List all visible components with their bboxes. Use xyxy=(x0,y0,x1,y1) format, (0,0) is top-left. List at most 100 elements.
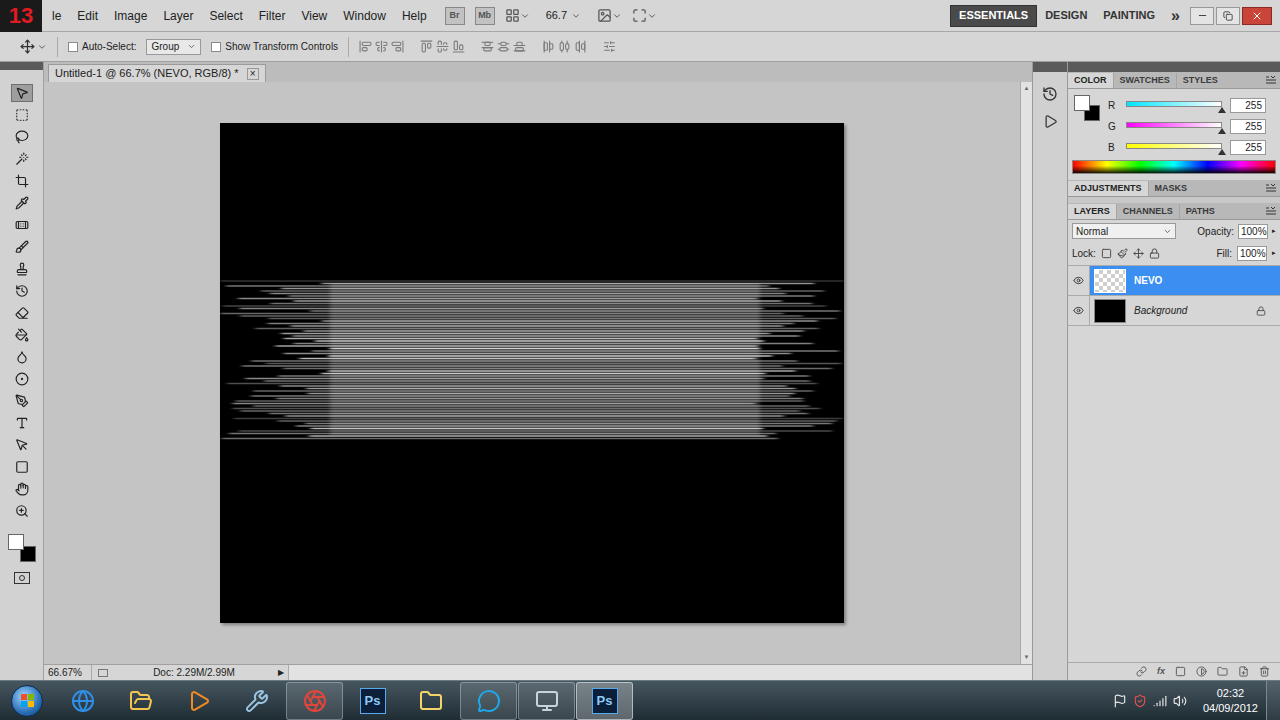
slider-thumb[interactable] xyxy=(1218,107,1226,113)
align-icon[interactable] xyxy=(497,40,510,53)
mini-bridge-button[interactable]: Mb xyxy=(475,7,495,25)
dropdown-icon[interactable] xyxy=(520,11,530,21)
document-tab[interactable]: Untitled-1 @ 66.7% (NEVO, RGB/8) *× xyxy=(48,64,266,82)
tool-button[interactable] xyxy=(11,348,33,366)
panel-tab[interactable]: COLOR xyxy=(1068,73,1113,88)
path-tool-icon[interactable] xyxy=(15,438,29,452)
dodge-tool-icon[interactable] xyxy=(15,372,29,386)
security-icon[interactable] xyxy=(1133,694,1147,708)
eye-icon[interactable] xyxy=(1073,305,1084,316)
tool-button[interactable] xyxy=(11,502,33,520)
workspace-button[interactable]: PAINTING xyxy=(1095,5,1163,27)
browser-icon[interactable] xyxy=(71,689,95,713)
tool-button[interactable] xyxy=(11,194,33,212)
panel-menu-icon[interactable] xyxy=(1266,184,1276,192)
opacity-field[interactable]: 100% xyxy=(1238,224,1268,239)
panel-tab[interactable]: LAYERS xyxy=(1068,204,1116,219)
screen-mode-button[interactable] xyxy=(632,8,657,23)
color-value-field[interactable]: 255 xyxy=(1230,98,1266,113)
restore-button[interactable] xyxy=(1216,7,1240,25)
folder-icon[interactable] xyxy=(129,689,153,713)
dropdown-icon[interactable] xyxy=(612,11,622,21)
taskbar-item[interactable] xyxy=(460,682,517,720)
taskbar-item[interactable] xyxy=(402,682,459,720)
bridge-button[interactable]: Br xyxy=(445,7,465,25)
taskbar-item[interactable] xyxy=(112,682,169,720)
taskbar-item[interactable] xyxy=(228,682,285,720)
trash-icon[interactable] xyxy=(1259,666,1270,677)
foreground-color-swatch[interactable] xyxy=(1074,95,1090,111)
tool-icon[interactable] xyxy=(245,689,269,713)
menu-item[interactable]: Filter xyxy=(251,7,294,25)
align-icon[interactable] xyxy=(481,40,494,53)
show-desktop-button[interactable] xyxy=(1266,681,1280,720)
taskbar-item[interactable] xyxy=(54,682,111,720)
volume-icon[interactable] xyxy=(1173,694,1187,708)
close-tab-button[interactable]: × xyxy=(247,68,259,80)
checkbox[interactable] xyxy=(68,42,78,52)
align-icon[interactable] xyxy=(452,40,465,53)
menu-item[interactable]: Help xyxy=(394,7,435,25)
eyedropper-tool-icon[interactable] xyxy=(15,196,29,210)
color-value-field[interactable]: 255 xyxy=(1230,119,1266,134)
hand-tool-icon[interactable] xyxy=(15,482,29,496)
grid-icon[interactable] xyxy=(505,8,520,23)
more-workspaces[interactable]: » xyxy=(1163,4,1188,28)
tool-button[interactable] xyxy=(11,414,33,432)
color-ramp[interactable] xyxy=(1072,160,1276,174)
view-extras-button[interactable] xyxy=(505,8,530,23)
quick-mask-button[interactable] xyxy=(14,572,30,584)
dropdown-icon[interactable] xyxy=(37,42,47,52)
menu-item[interactable]: View xyxy=(293,7,335,25)
align-icon[interactable] xyxy=(436,40,449,53)
mask-icon[interactable] xyxy=(1175,666,1186,677)
tool-button[interactable] xyxy=(11,260,33,278)
blend-mode-select[interactable]: Normal xyxy=(1072,223,1176,239)
panel-menu-icon[interactable] xyxy=(1266,207,1276,215)
align-icon[interactable] xyxy=(420,40,433,53)
minimize-button[interactable] xyxy=(1190,7,1214,25)
taskbar-item[interactable] xyxy=(518,682,575,720)
menu-item[interactable]: le xyxy=(44,7,69,25)
history-tool-icon[interactable] xyxy=(15,284,29,298)
tool-button[interactable] xyxy=(11,304,33,322)
pen-tool-icon[interactable] xyxy=(15,394,29,408)
horizontal-scrollbar[interactable] xyxy=(288,665,1032,680)
menu-item[interactable]: Image xyxy=(106,7,155,25)
panel-tab[interactable]: SWATCHES xyxy=(1113,73,1176,88)
color-value-field[interactable]: 255 xyxy=(1230,140,1266,155)
screen-mode-icon[interactable] xyxy=(632,8,647,23)
menu-item[interactable]: Layer xyxy=(155,7,201,25)
arrange-icon[interactable] xyxy=(597,8,612,23)
tool-button[interactable] xyxy=(11,436,33,454)
tool-button[interactable] xyxy=(11,392,33,410)
adjustment-icon[interactable] xyxy=(1196,666,1207,677)
tool-preset-picker[interactable] xyxy=(20,39,47,54)
panel-tab[interactable]: MASKS xyxy=(1148,181,1194,196)
blur-tool-icon[interactable] xyxy=(15,350,29,364)
monitor-icon[interactable] xyxy=(535,689,559,713)
menu-item[interactable]: Window xyxy=(335,7,394,25)
panel-tab[interactable]: STYLES xyxy=(1176,73,1224,88)
dropdown-icon[interactable] xyxy=(647,11,657,21)
type-tool-icon[interactable] xyxy=(15,416,29,430)
lock-position-icon[interactable] xyxy=(1133,248,1144,259)
foreground-color-swatch[interactable] xyxy=(8,534,24,550)
align-icon[interactable] xyxy=(558,40,571,53)
lock-all-icon[interactable] xyxy=(1149,248,1160,259)
group-icon[interactable] xyxy=(1217,666,1228,677)
workspace-button[interactable]: DESIGN xyxy=(1037,5,1095,27)
move-tool-icon[interactable] xyxy=(20,39,35,54)
layer-row[interactable]: NEVO xyxy=(1068,266,1280,296)
auto-select-target[interactable]: Group xyxy=(146,39,201,55)
menu-item[interactable]: Edit xyxy=(69,7,106,25)
fill-field[interactable]: 100% xyxy=(1237,246,1267,261)
panel-tab[interactable]: PATHS xyxy=(1179,204,1221,219)
auto-select-option[interactable]: Auto-Select: xyxy=(68,39,136,54)
checkbox[interactable] xyxy=(211,42,221,52)
workspace-button[interactable]: ESSENTIALS xyxy=(950,5,1037,27)
crop-tool-icon[interactable] xyxy=(15,174,29,188)
tool-button[interactable] xyxy=(11,150,33,168)
align-icon[interactable] xyxy=(391,40,404,53)
color-slider[interactable] xyxy=(1126,120,1222,134)
